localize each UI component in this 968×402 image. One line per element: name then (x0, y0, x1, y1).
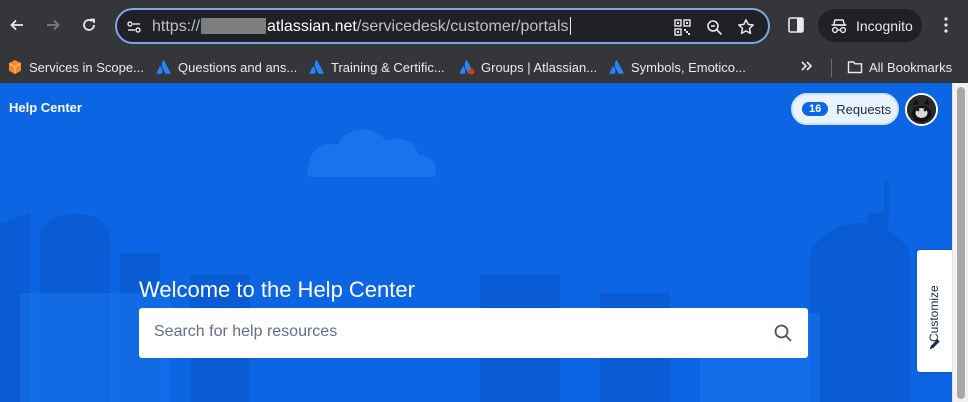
requests-button[interactable]: 16 Requests (791, 93, 899, 125)
url-redacted-subdomain (201, 18, 267, 34)
side-panel-icon (788, 17, 804, 33)
search-icon[interactable] (773, 323, 793, 343)
zoom-button[interactable] (704, 17, 724, 37)
all-bookmarks-label: All Bookmarks (869, 59, 953, 75)
bookmark-item[interactable]: Training & Certific... (309, 55, 445, 79)
incognito-label: Incognito (856, 17, 913, 34)
arrow-left-icon (10, 19, 23, 31)
user-avatar-image (907, 95, 936, 124)
scrollbar-thumb[interactable] (957, 87, 965, 399)
help-center-title[interactable]: Help Center (9, 100, 82, 115)
atlassian-logo-icon (156, 60, 171, 74)
reload-button[interactable] (73, 9, 105, 41)
customize-label: Customize (927, 285, 941, 342)
star-icon (738, 19, 754, 35)
bookmark-item[interactable]: Groups | Atlassian... (459, 55, 597, 79)
arrow-right-icon (47, 19, 60, 31)
page-scrollbar[interactable] (952, 83, 968, 402)
zoom-icon (706, 19, 722, 35)
pencil-icon (929, 339, 940, 350)
requests-label: Requests (836, 101, 892, 117)
help-center-page: Help Center 16 Requests Welcome to the H… (0, 83, 952, 402)
text-caret (569, 17, 571, 35)
bookmark-item[interactable]: Symbols, Emotico... (609, 55, 746, 79)
bookmark-item[interactable]: Questions and ans... (156, 55, 297, 79)
folder-icon (847, 61, 863, 74)
bookmarks-bar: Services in Scope... Questions and ans..… (0, 50, 968, 83)
atlassian-logo-icon (309, 60, 324, 74)
url-domain: atlassian.net (267, 18, 357, 35)
welcome-heading: Welcome to the Help Center (139, 277, 415, 302)
qr-code-icon (673, 18, 691, 36)
atlassian-logo-icon (459, 60, 475, 75)
chevron-double-right-icon (801, 61, 813, 71)
search-input[interactable]: Search for help resources (139, 308, 808, 358)
search-placeholder: Search for help resources (154, 323, 338, 340)
url-text[interactable]: https:// atlassian.net/servicedesk/custom… (152, 17, 571, 36)
incognito-indicator[interactable]: Incognito (818, 9, 922, 42)
more-bookmarks-button[interactable] (799, 59, 817, 75)
reload-icon (83, 18, 95, 31)
bookmark-label: Training & Certific... (331, 59, 445, 75)
qr-code-button[interactable] (672, 17, 692, 37)
bookmark-star-button[interactable] (736, 17, 756, 37)
atlassian-logo-icon (609, 60, 624, 74)
side-panel-button[interactable] (784, 13, 808, 37)
kebab-menu-icon (944, 17, 948, 33)
bookmark-label: Symbols, Emotico... (631, 59, 746, 75)
avatar[interactable] (905, 93, 938, 126)
browser-menu-button[interactable] (934, 13, 958, 37)
url-scheme: https:// (152, 18, 201, 35)
requests-count-badge: 16 (802, 102, 829, 116)
bookmark-label: Questions and ans... (178, 59, 298, 75)
customize-button[interactable]: Customize (917, 250, 952, 372)
address-bar[interactable]: https:// atlassian.net/servicedesk/custom… (115, 8, 770, 44)
bookmarks-divider (831, 59, 832, 77)
url-path: /servicedesk/customer/portals (356, 18, 569, 35)
all-bookmarks-button[interactable]: All Bookmarks (847, 55, 952, 79)
forward-button[interactable] (37, 9, 69, 41)
bookmark-item[interactable]: Services in Scope... (7, 55, 144, 79)
bookmark-label: Groups | Atlassian... (481, 59, 598, 75)
site-info-icon[interactable] (125, 18, 143, 36)
bookmark-label: Services in Scope... (29, 59, 144, 75)
incognito-icon (831, 18, 847, 33)
back-button[interactable] (1, 9, 33, 41)
browser-toolbar: https:// atlassian.net/servicedesk/custom… (0, 0, 968, 50)
orange-cube-icon (8, 60, 22, 74)
